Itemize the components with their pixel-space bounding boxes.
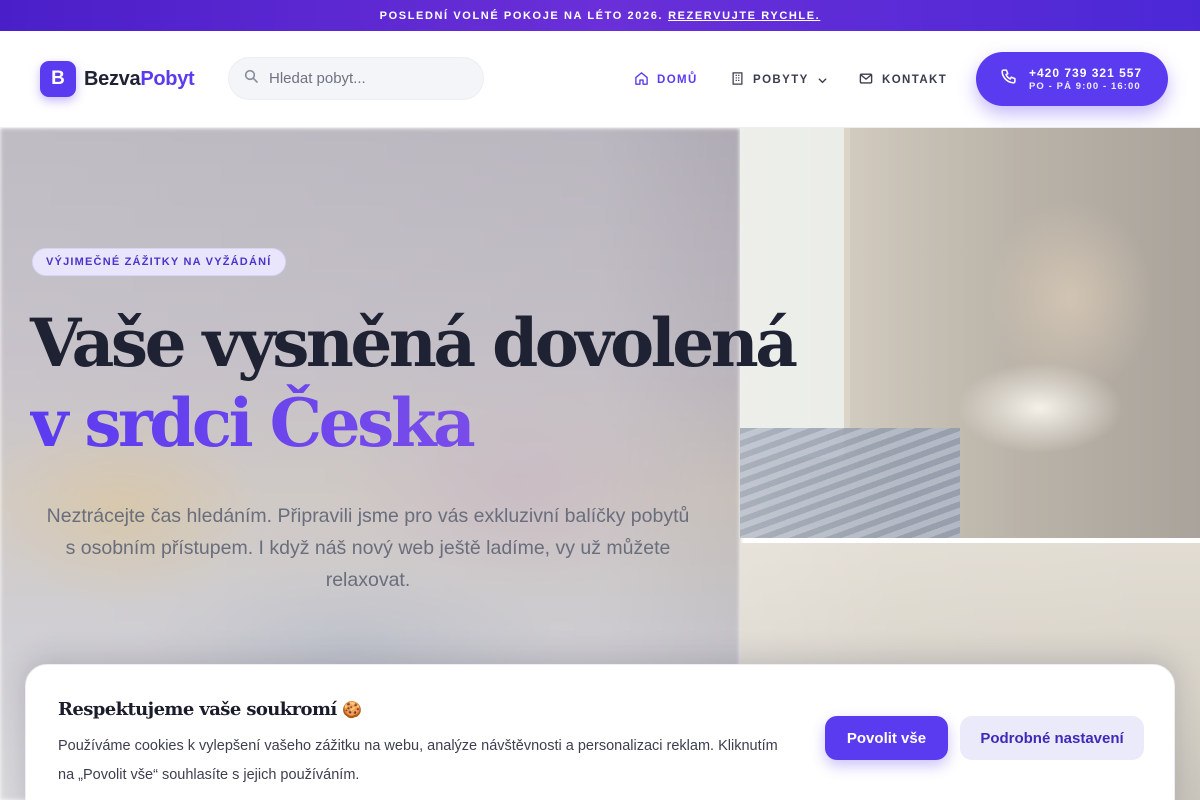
nav-home[interactable]: DOMŮ — [634, 71, 698, 89]
cookie-banner: Respektujeme vaše soukromí 🍪 Používáme c… — [25, 664, 1175, 800]
mail-icon — [858, 71, 882, 89]
phone-number: +420 739 321 557 — [1029, 65, 1143, 80]
logo-mark: B — [40, 61, 76, 97]
logo[interactable]: B BezvaPobyt — [40, 61, 195, 97]
cookie-text: Používáme cookies k vylepšení vašeho záž… — [58, 738, 778, 783]
nav-stays-label: POBYTY — [753, 74, 809, 86]
cookie-title: Respektujeme vaše soukromí 🍪 — [58, 699, 362, 720]
search-icon — [243, 68, 259, 89]
hero-title-line2: v srdci Česka — [30, 383, 794, 463]
hero-subtitle: Neztrácejte čas hledáním. Připravili jsm… — [46, 505, 690, 591]
building-icon — [730, 71, 753, 89]
call-button[interactable]: +420 739 321 557 PO - PÁ 9:00 - 16:00 — [976, 52, 1168, 106]
search-input[interactable] — [269, 70, 469, 87]
nav-contact-label: KONTAKT — [882, 74, 948, 86]
site-header: B BezvaPobyt DOMŮ POBYTY KONTAKT — [0, 31, 1200, 128]
hero-title-line1: Vaše vysněná dovolená — [30, 304, 798, 382]
announcement-link[interactable]: REZERVUJTE RYCHLE. — [668, 10, 820, 22]
hero-badge: VÝJIMEČNÉ ZÁŽITKY NA VYŽÁDÁNÍ — [32, 248, 286, 276]
nav-stays[interactable]: POBYTY — [730, 71, 836, 89]
brand-part2: Pobyt — [140, 67, 195, 90]
hero-title: Vaše vysněná dovolená v srdci Česka — [30, 303, 798, 463]
nav-contact[interactable]: KONTAKT — [858, 71, 947, 89]
nav-home-label: DOMŮ — [657, 74, 698, 86]
logo-text: BezvaPobyt — [84, 67, 195, 91]
announcement-text: POSLEDNÍ VOLNÉ POKOJE NA LÉTO 2026. — [379, 9, 664, 22]
chevron-down-icon — [817, 75, 836, 86]
home-icon — [634, 71, 657, 89]
office-hours: PO - PÁ 9:00 - 16:00 — [1029, 80, 1141, 92]
announcement-bar: POSLEDNÍ VOLNÉ POKOJE NA LÉTO 2026. REZE… — [0, 0, 1200, 31]
accept-all-button[interactable]: Povolit vše — [825, 716, 948, 760]
cookie-title-text: Respektujeme vaše soukromí — [58, 699, 337, 720]
cookie-settings-button[interactable]: Podrobné nastavení — [960, 716, 1144, 760]
phone-icon — [1000, 68, 1017, 90]
brand-part1: Bezva — [84, 67, 141, 90]
search-box[interactable] — [228, 57, 484, 100]
cookie-icon: 🍪 — [342, 700, 362, 719]
